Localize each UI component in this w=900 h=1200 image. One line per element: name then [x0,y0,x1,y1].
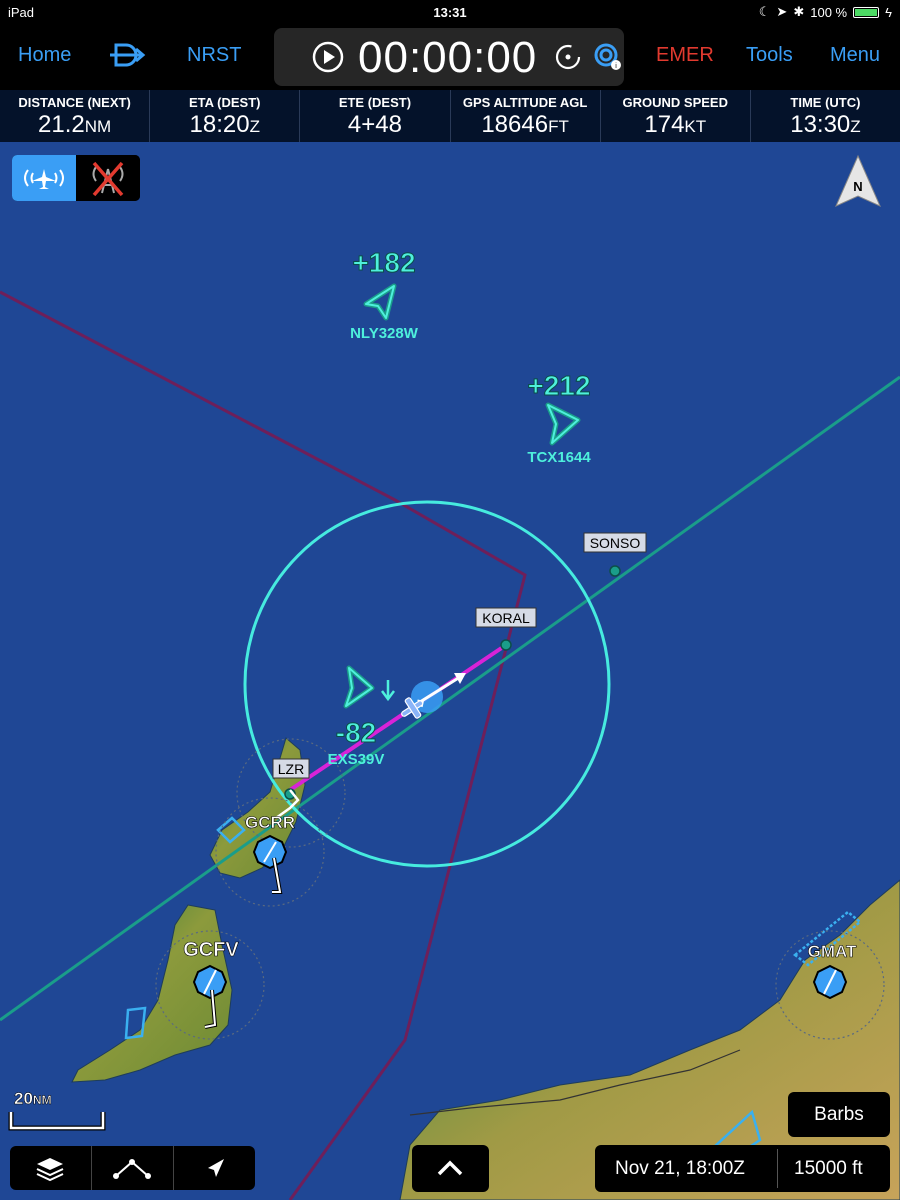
waypoint-sonso-marker[interactable] [609,565,621,577]
timer-value: 00:00:00 [358,33,538,82]
data-field-time-utc[interactable]: TIME (UTC) 13:30Z [751,90,900,142]
data-field-ground-speed[interactable]: GROUND SPEED 174KT [601,90,751,142]
battery-icon [853,6,880,18]
traffic-callsign: EXS39V [328,751,385,768]
status-bar: iPad 13:31 ☾ ➤ ✱ 100 % ϟ [0,0,900,24]
traffic-source-toggle [12,155,140,201]
traffic-callsign: NLY328W [350,325,419,342]
divider [777,1149,778,1188]
chevron-up-icon [437,1160,463,1176]
traffic-mode-button[interactable] [12,155,76,201]
track-up-button[interactable] [174,1146,255,1190]
scale-unit: NM [33,1093,52,1107]
traffic-callsign: TCX1644 [527,449,591,466]
airport-label-gcrr[interactable]: GCRR [245,813,296,833]
traffic-altitude: +182 [352,247,415,278]
top-toolbar: Home NRST 00:00:00 i EMER Tools Menu [0,24,900,90]
play-icon[interactable] [312,41,344,73]
moon-icon: ☾ [758,4,771,19]
charging-icon: ϟ [885,4,892,20]
instrument-data-bar: DISTANCE (NEXT) 21.2NM ETA (DEST) 18:20Z… [0,90,900,142]
emergency-button[interactable]: EMER [656,44,714,67]
data-field-ete[interactable]: ETE (DEST) 4+48 [300,90,451,142]
direct-to-icon [110,43,146,67]
menu-button[interactable]: Menu [830,44,880,67]
navigation-arrow-icon [208,1159,224,1177]
data-field-gps-altitude[interactable]: GPS ALTITUDE AGL 18646FT [451,90,601,142]
wind-barbs-button[interactable]: Barbs [788,1092,890,1137]
traffic-broadcast-icon [24,169,64,189]
airport-label-gcfv[interactable]: GCFV [183,939,240,962]
location-arrow-icon: ➤ [776,4,788,19]
traffic-altitude: +212 [527,370,590,401]
flight-plan-button[interactable] [92,1146,174,1190]
reset-icon[interactable] [554,43,582,71]
direct-to-button[interactable] [110,40,146,76]
nrst-button[interactable]: NRST [187,44,241,67]
map-bottom-toolbar [10,1146,255,1190]
scale-value: 20 [14,1089,33,1108]
bluetooth-icon: ✱ [793,4,805,19]
home-button[interactable]: Home [18,44,71,67]
forecast-time-button[interactable]: Nov 21, 18:00Z [615,1158,745,1180]
waypoint-label-lzr[interactable]: LZR [278,761,304,777]
tower-disabled-icon [92,161,124,197]
waypoint-koral-marker[interactable] [500,639,512,651]
data-field-distance[interactable]: DISTANCE (NEXT) 21.2NM [0,90,151,142]
data-field-eta[interactable]: ETA (DEST) 18:20Z [150,90,301,142]
waypoint-label-koral[interactable]: KORAL [482,610,530,626]
battery-percent: 100 % [810,4,848,20]
weather-time-altitude-selector: Nov 21, 18:00Z 15000 ft [595,1145,890,1192]
layers-icon [36,1158,64,1182]
north-label: N [853,179,862,194]
connext-icon[interactable]: i [594,42,622,72]
flight-timer: 00:00:00 i [274,28,624,86]
expand-panel-button[interactable] [412,1145,489,1192]
layers-button[interactable] [10,1146,92,1190]
traffic-altitude: -82 [336,717,376,748]
altitude-button[interactable]: 15000 ft [794,1158,863,1180]
route-icon [113,1159,151,1179]
waypoint-label-sonso[interactable]: SONSO [590,535,641,551]
airport-label-gmat[interactable]: GMAT [807,942,857,962]
tools-button[interactable]: Tools [746,44,793,67]
moving-map[interactable]: +182 NLY328W +212 TCX1644 -82 EXS39V SON… [0,142,900,1200]
adsb-receiver-button[interactable] [76,155,140,201]
